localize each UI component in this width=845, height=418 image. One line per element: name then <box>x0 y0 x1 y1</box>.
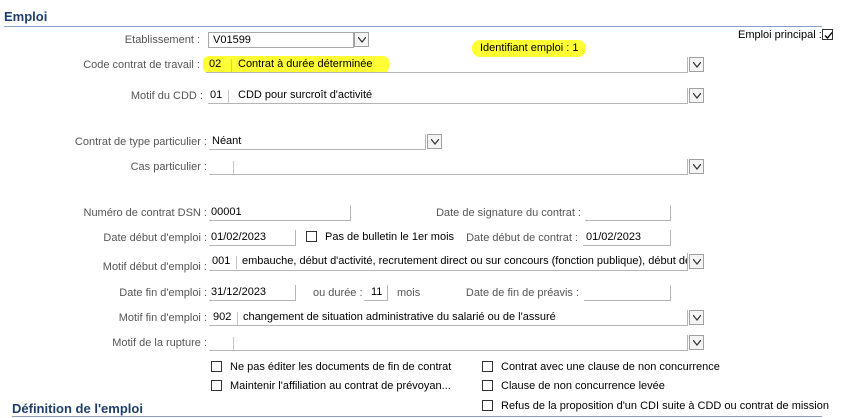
cas-particulier-dropdown-button[interactable] <box>689 159 704 174</box>
code-contrat-text: Contrat à durée déterminée <box>238 58 373 70</box>
chevron-down-icon <box>693 315 701 321</box>
date-signature-label: Date de signature du contrat : <box>436 207 581 219</box>
motif-cdd-dropdown-button[interactable] <box>689 88 704 103</box>
date-debut-contrat-input[interactable]: 01/02/2023 <box>583 230 671 246</box>
motif-rupture-dropdown-button[interactable] <box>689 335 704 350</box>
maintenir-affiliation-label: Maintenir l'affiliation au contrat de pr… <box>230 380 451 392</box>
motif-fin-dropdown-button[interactable] <box>689 310 704 325</box>
date-debut-contrat-value: 01/02/2023 <box>586 231 642 243</box>
motif-debut-text: embauche, début d'activité, recrutement … <box>242 255 688 267</box>
etablissement-select[interactable]: V01599 <box>208 32 354 48</box>
check-icon <box>824 32 833 39</box>
duree-label: ou durée : <box>313 287 363 299</box>
chevron-down-icon <box>693 259 701 265</box>
etablissement-value: V01599 <box>213 34 251 46</box>
section-divider-definition <box>12 416 822 417</box>
pas-bulletin-checkbox[interactable] <box>306 231 317 242</box>
date-debut-emploi-label: Date début d'emploi : <box>103 232 207 244</box>
duree-input[interactable]: 11 <box>364 285 388 301</box>
ne-pas-editer-label: Ne pas éditer les documents de fin de co… <box>230 361 452 373</box>
clause-levee-checkbox[interactable] <box>482 380 493 391</box>
maintenir-affiliation-checkbox[interactable] <box>211 380 222 391</box>
date-signature-input[interactable] <box>585 205 671 221</box>
duree-value: 11 <box>371 286 383 298</box>
contrat-particulier-label: Contrat de type particulier : <box>74 136 207 148</box>
motif-rupture-select[interactable] <box>209 335 688 351</box>
motif-cdd-label: Motif du CDD : <box>130 90 203 102</box>
chevron-down-icon <box>693 340 701 346</box>
motif-debut-label: Motif début d'emploi : <box>102 261 207 273</box>
etablissement-label: Etablissement : <box>124 34 200 46</box>
identifiant-emploi: Identifiant emploi : 1 <box>472 40 587 57</box>
date-debut-emploi-input[interactable]: 01/02/2023 <box>209 230 296 246</box>
date-fin-emploi-label: Date fin d'emploi : <box>119 287 207 299</box>
section-title-emploi: Emploi <box>4 9 48 24</box>
chevron-down-icon <box>693 62 701 68</box>
date-debut-emploi-value: 01/02/2023 <box>211 231 267 243</box>
clause-non-concurrence-checkbox[interactable] <box>482 361 493 372</box>
date-fin-emploi-input[interactable]: 31/12/2023 <box>209 285 296 301</box>
cas-particulier-label: Cas particulier : <box>130 161 207 173</box>
date-fin-preavis-label: Date de fin de préavis : <box>465 287 579 299</box>
contrat-particulier-value: Néant <box>212 135 242 147</box>
chevron-down-icon <box>693 164 701 170</box>
code-contrat-code: 02 <box>209 58 222 70</box>
code-contrat-dropdown-button[interactable] <box>689 57 704 72</box>
refus-cdi-checkbox[interactable] <box>482 400 493 411</box>
motif-cdd-code: 01 <box>210 89 223 101</box>
clause-levee-label: Clause de non concurrence levée <box>501 380 665 392</box>
date-fin-preavis-input[interactable] <box>584 285 671 301</box>
motif-cdd-text: CDD pour surcroît d'activité <box>238 89 373 101</box>
numero-dsn-value: 00001 <box>211 206 242 218</box>
motif-fin-text: changement de situation administrative d… <box>243 311 556 323</box>
emploi-principal-checkbox[interactable] <box>822 29 833 40</box>
date-debut-contrat-label: Date début de contrat : <box>466 232 578 244</box>
chevron-down-icon <box>431 139 439 145</box>
duree-unit: mois <box>397 287 421 299</box>
emploi-principal-label: Emploi principal : <box>738 29 822 41</box>
chevron-down-icon <box>358 37 366 43</box>
ne-pas-editer-checkbox[interactable] <box>211 361 222 372</box>
motif-fin-code: 902 <box>213 311 232 323</box>
motif-rupture-label: Motif de la rupture : <box>112 337 207 349</box>
numero-dsn-label: Numéro de contrat DSN : <box>83 207 208 219</box>
date-fin-emploi-value: 31/12/2023 <box>211 286 267 298</box>
code-contrat-label: Code contrat de travail : <box>83 59 200 71</box>
pas-bulletin-label: Pas de bulletin le 1er mois <box>325 231 455 243</box>
motif-fin-label: Motif fin d'emploi : <box>118 312 207 324</box>
motif-fin-select[interactable]: 902 changement de situation administrati… <box>209 310 688 326</box>
refus-cdi-label: Refus de la proposition d'un CDI suite à… <box>501 400 829 412</box>
code-contrat-select[interactable]: 02 Contrat à durée déterminée <box>206 57 688 73</box>
contrat-particulier-select[interactable]: Néant <box>209 134 426 150</box>
numero-dsn-input[interactable]: 00001 <box>209 205 351 221</box>
chevron-down-icon <box>693 93 701 99</box>
clause-non-concurrence-label: Contrat avec une clause de non concurren… <box>501 361 720 373</box>
contrat-particulier-dropdown-button[interactable] <box>427 134 442 149</box>
motif-cdd-select[interactable]: 01 CDD pour surcroît d'activité <box>208 88 688 104</box>
cas-particulier-select[interactable] <box>209 159 688 175</box>
section-divider <box>4 26 822 27</box>
etablissement-dropdown-button[interactable] <box>354 32 369 47</box>
motif-debut-code: 001 <box>212 255 231 267</box>
motif-debut-select[interactable]: 001 embauche, début d'activité, recrutem… <box>209 253 688 271</box>
section-title-definition: Définition de l'emploi <box>12 401 143 416</box>
motif-debut-dropdown-button[interactable] <box>689 254 704 269</box>
